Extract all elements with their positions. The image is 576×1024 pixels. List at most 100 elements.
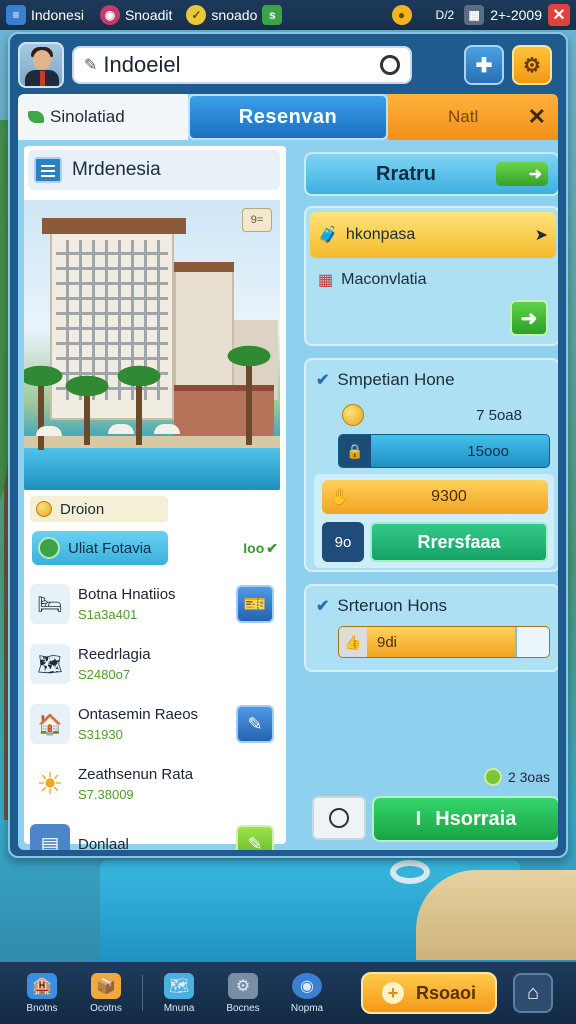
palm-tree [24, 364, 66, 450]
list-item-price: S2480o7 [78, 667, 131, 682]
list-item-text: Zeathsenun Rata S7.38009 [78, 766, 278, 802]
gold-coin-icon[interactable]: ● [391, 5, 412, 25]
coin-price-row: 7 5oa8 [342, 404, 522, 426]
tab-hotel[interactable]: Natl ✕ [388, 94, 558, 140]
nav-label: Bocnes [226, 1002, 260, 1014]
price-bar[interactable]: 🔒 15ooo [338, 434, 550, 468]
currency2-add-badge[interactable]: s [262, 5, 283, 25]
search-icon[interactable] [380, 55, 400, 75]
filter-row: Uliat Fotavia Ioo ✔ [32, 530, 278, 566]
coin-price-value: 7 5oa8 [476, 406, 522, 424]
tab-reservation[interactable]: Resenvan [188, 94, 388, 140]
pencil-icon: ✎ [84, 57, 98, 74]
edit-button[interactable]: ✎ [236, 705, 274, 743]
calendar-icon: ▦ [318, 272, 334, 289]
close-icon[interactable]: ✕ [548, 4, 570, 26]
nav-reserve-button[interactable]: + Rsoaoi [361, 972, 497, 1014]
clock-button[interactable] [312, 796, 366, 840]
list-item[interactable]: 🏠 Ontasemin Raeos S31930 ✎ [28, 694, 278, 754]
destination-row[interactable]: 🧳 hkonpasa ➤ [310, 212, 556, 258]
list-item[interactable]: 🛏 Botna Hnatiios S1a3a401 🎫 [28, 574, 278, 634]
service-slider[interactable]: 👍 9di [338, 626, 550, 658]
list-item-name: Botna Hnatiios [78, 586, 176, 603]
nav-label: Bnotns [26, 1002, 58, 1014]
nights-selector[interactable]: 9o [322, 522, 364, 562]
reserve-button[interactable]: Rrersfaaa [370, 522, 548, 562]
list-item-name: Reedrlagia [78, 646, 151, 663]
list-item-text: Ontasemin Raeos S31930 [78, 706, 236, 742]
nav-item-settings[interactable]: ⚙ Bocnes [211, 972, 275, 1014]
bed-icon: 🛏 [30, 584, 70, 624]
ticket-icon: 🎫 [243, 593, 267, 614]
hand-icon: ✋ [330, 489, 350, 506]
nav-label: Nopma [290, 1002, 324, 1014]
service-section: ✔ Srteruon Hons 👍 9di [304, 584, 558, 672]
building-icon: 🏨 [27, 972, 57, 999]
write-button[interactable]: ✎ [236, 825, 274, 850]
coin-label: D/2 [435, 8, 455, 22]
nav-item-orders[interactable]: 📦 Ocotns [74, 972, 138, 1014]
tab-simulation[interactable]: Sinolatiad [18, 94, 188, 140]
list-item[interactable]: ☀ Zeathsenun Rata S7.38009 [28, 754, 278, 814]
nav-reserve-label: Rsoaoi [415, 982, 476, 1003]
avatar-head [33, 50, 51, 70]
filter-icon [38, 537, 60, 559]
currency1-chip[interactable]: ◉ Snoadit [99, 5, 172, 25]
list-item[interactable]: 🗺 Reedrlagia S2480o7 [28, 634, 278, 694]
tab-hotel-label: Natl [448, 107, 479, 126]
nav-item-map[interactable]: 🗺 Mnuna [147, 972, 211, 1014]
deposit-bar[interactable]: ✋ 9300 [322, 480, 548, 514]
option-row[interactable]: Droion [30, 496, 168, 522]
nav-item-profile[interactable]: ◉ Nopma [275, 972, 339, 1014]
list-item-name: Ontasemin Raeos [78, 706, 199, 723]
arrow-right-icon: ➜ [496, 162, 548, 186]
background-beach [416, 870, 576, 960]
ticket-button[interactable]: 🎫 [236, 585, 274, 623]
slider-knob[interactable] [515, 627, 549, 657]
hotel-image[interactable]: 9= [24, 200, 280, 490]
avatar[interactable] [18, 42, 64, 88]
nav-item-hotels[interactable]: 🏨 Bnotns [10, 972, 74, 1014]
calendar-row[interactable]: ▦ Maconvlatia [318, 270, 427, 290]
list-item-text: Botna Hnatiios S1a3a401 [78, 586, 236, 622]
book-row: 9o Rrersfaaa [322, 522, 548, 562]
rating-button[interactable]: Rratru ➜ [304, 152, 558, 196]
book-now-button[interactable]: I Hsorraia [372, 796, 558, 842]
list-item-name: Zeathsenun Rata [78, 766, 194, 783]
next-button[interactable]: ➜ [510, 300, 548, 336]
grid-menu-button[interactable]: ✚ [464, 45, 504, 85]
nav-label: Ocotns [90, 1002, 122, 1014]
service-section-title-text: Srteruon Hons [337, 596, 448, 615]
calendar-icon[interactable]: ▦ [464, 5, 485, 25]
bottom-navigation: 🏨 Bnotns 📦 Ocotns 🗺 Mnuna ⚙ Bocnes ◉ Nop… [0, 962, 576, 1024]
booking-inner-card: ✋ 9300 9o Rrersfaaa [314, 474, 554, 568]
avatar-tie [40, 71, 45, 86]
globe-icon: ◉ [99, 5, 120, 25]
list-item-price: S1a3a401 [78, 607, 138, 622]
close-icon[interactable]: ✕ [528, 104, 546, 130]
list-item-text: Donlaal [78, 836, 236, 851]
home-button[interactable]: ⌂ [513, 973, 553, 1013]
coin-icon [36, 501, 52, 517]
umbrella [108, 424, 134, 434]
check-icon: ✔ [316, 372, 330, 389]
price-bar-value: 15ooo [467, 442, 509, 460]
hotel-details-column: Mrdenesia 9= Droion Uliat Fotavia Ioo ✔ … [24, 146, 286, 850]
image-gallery-badge[interactable]: 9= [242, 208, 272, 232]
location-label: Indonesi [31, 7, 84, 23]
balance-value: 2 3oas [507, 769, 550, 785]
coin-icon [342, 404, 364, 426]
lobby-building [174, 385, 274, 440]
rating-button-label: Rratru [376, 162, 437, 185]
palm-tree [224, 344, 274, 445]
umbrella [154, 424, 180, 434]
currency2-chip[interactable]: ✓ snoado s [186, 5, 283, 25]
settings-button[interactable]: ⚙ [512, 45, 552, 85]
currency2-value: snoado [211, 7, 258, 23]
map-icon: 🗺 [30, 644, 70, 684]
list-item[interactable]: ▤ Donlaal ✎ [28, 814, 278, 850]
location-chip[interactable]: ≡ Indonesi [6, 5, 84, 25]
search-input[interactable]: ✎ Indoeiel [72, 46, 412, 84]
filter-count: Ioo ✔ [243, 540, 278, 557]
filter-button[interactable]: Uliat Fotavia [32, 531, 168, 565]
